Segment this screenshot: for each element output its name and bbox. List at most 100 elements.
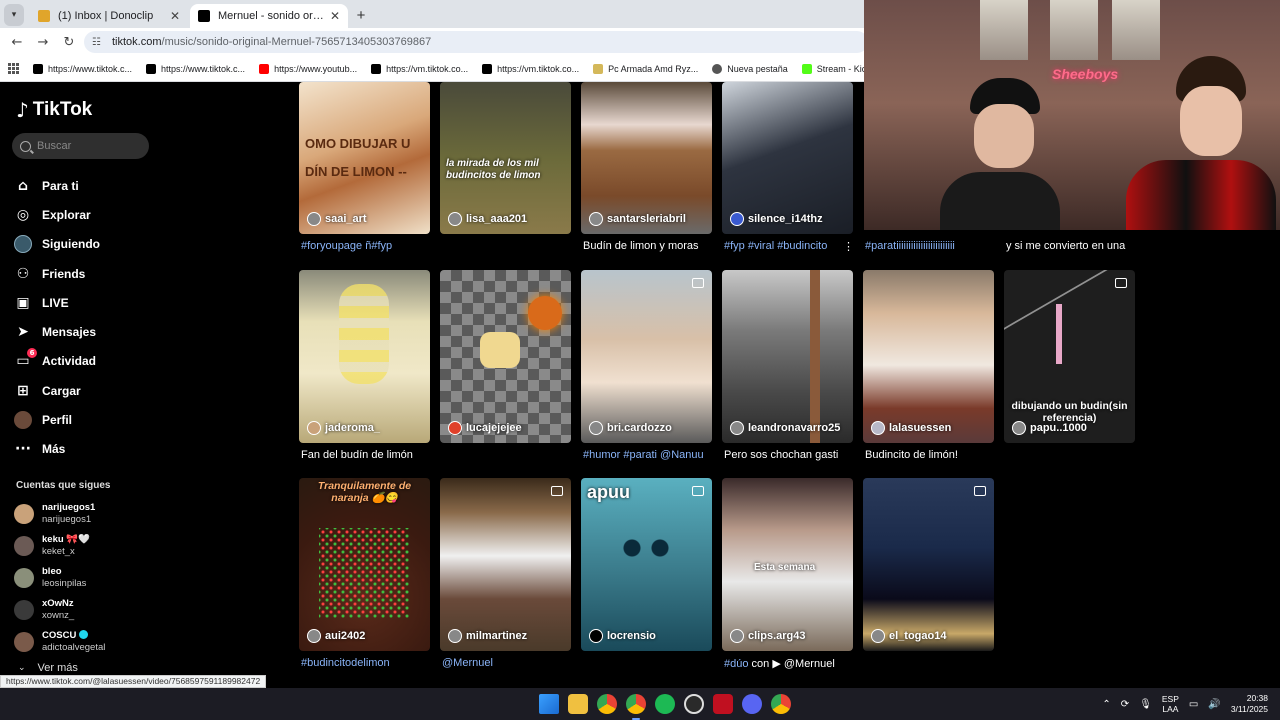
nav-cargar[interactable]: ⊞ Cargar (14, 376, 100, 405)
video-caption[interactable]: y si me convierto en una (1006, 240, 1135, 252)
nav-live[interactable]: ▣ LIVE (14, 288, 100, 317)
video-caption[interactable]: Budincito de limón! (865, 449, 994, 461)
bookmark-item[interactable]: Nueva pestaña (712, 63, 788, 74)
chevron-up-icon[interactable]: ⌃ (1102, 699, 1110, 710)
video-thumbnail[interactable]: bri.cardozzo (581, 270, 712, 443)
site-info-icon[interactable]: ☷ (92, 35, 106, 49)
thumbnail-text: la mirada de los mil budincitos de limon (446, 158, 541, 181)
forward-button[interactable]: → (32, 31, 54, 53)
video-thumbnail[interactable]: el_togao14 (863, 478, 994, 651)
following-account[interactable]: COSCU adictoalvegetal (14, 626, 105, 658)
following-icon (14, 235, 32, 254)
new-tab-button[interactable]: + (350, 4, 372, 26)
video-thumbnail[interactable]: jaderoma_ (299, 270, 430, 443)
volume-icon[interactable]: 🔊 (1208, 699, 1220, 710)
video-thumbnail[interactable]: leandronavarro25 (722, 270, 853, 443)
video-thumbnail[interactable]: Tranquilamente de naranja 🍊😋 aui2402 (299, 478, 430, 651)
video-caption[interactable]: Fan del budín de limón (301, 449, 430, 461)
nav-actividad[interactable]: ▭ 6 Actividad (14, 347, 100, 376)
video-caption[interactable]: #fyp #viral #budincito (724, 240, 844, 252)
app-red-icon[interactable] (713, 694, 733, 714)
video-thumbnail[interactable]: apuu locrensio (581, 478, 712, 651)
file-explorer-icon[interactable] (568, 694, 588, 714)
wall-poster (1112, 0, 1160, 60)
tiktok-logo[interactable]: ♪ TikTok (16, 98, 92, 122)
reload-button[interactable]: ↻ (58, 31, 80, 53)
bookmark-item[interactable]: https://www.youtub... (259, 63, 357, 74)
video-thumbnail[interactable]: santarsleriabril (581, 82, 712, 234)
tab-tiktok[interactable]: Mernuel - sonido original - Mer ✕ (190, 4, 348, 28)
following-list: narijuegos1 narijuegos1 keku 🎀🤍 keket_x bl… (14, 498, 105, 658)
sync-icon[interactable]: ⟳ (1121, 699, 1129, 710)
see-more-link[interactable]: ⌄ Ver más (18, 662, 78, 674)
spotify-icon[interactable] (655, 694, 675, 714)
close-icon[interactable]: ✕ (330, 9, 340, 23)
wall-poster (1050, 0, 1098, 60)
video-thumbnail[interactable]: lalasuessen (863, 270, 994, 443)
video-thumbnail[interactable]: Esta semana clips.arg43 (722, 478, 853, 651)
address-bar[interactable]: ☷ tiktok.com/music/sonido-original-Mernu… (84, 31, 868, 53)
bookmark-item[interactable]: https://vm.tiktok.co... (371, 63, 468, 74)
language-indicator[interactable]: ESP LAA (1162, 694, 1179, 714)
following-account[interactable]: xOwNz xownz_ (14, 594, 105, 626)
following-account[interactable]: bleo leosinpilas (14, 562, 105, 594)
video-thumbnail[interactable]: milmartinez (440, 478, 571, 651)
bookmark-item[interactable]: https://www.tiktok.c... (33, 63, 132, 74)
clock[interactable]: 20:38 3/11/2025 (1231, 693, 1268, 715)
bookmark-item[interactable]: Pc Armada Amd Ryz... (593, 63, 698, 74)
nav-para-ti[interactable]: ⌂ Para ti (14, 171, 100, 200)
tab-search-dropdown[interactable]: ▾ (4, 4, 24, 26)
nav-label: Perfil (42, 413, 73, 428)
video-thumbnail[interactable]: silence_i14thz (722, 82, 853, 234)
nav-siguiendo[interactable]: Siguiendo (14, 230, 100, 259)
video-thumbnail[interactable]: dibujando un budin(sin referencia) papu.… (1004, 270, 1135, 443)
back-button[interactable]: ← (6, 31, 28, 53)
video-caption[interactable]: #foryoupage ñ#fyp (301, 240, 430, 252)
search-input[interactable]: Buscar (12, 133, 149, 159)
chrome-profile-icon[interactable] (626, 694, 646, 720)
video-caption[interactable]: @Mernuel (442, 657, 571, 669)
more-options-icon[interactable]: ⋮ (843, 240, 854, 253)
video-thumbnail[interactable]: OMO DIBUJAR U DÍN DE LIMON -- saai_art (299, 82, 430, 234)
video-caption[interactable]: Pero sos chochan gasti (724, 449, 853, 461)
mention[interactable]: ▶ @Mernuel (772, 658, 834, 670)
nav-mas[interactable]: ··· Más (14, 435, 100, 464)
account-name: xOwNz (42, 598, 74, 609)
video-author: el_togao14 (871, 629, 946, 643)
video-caption[interactable]: #paratiiiiiiiiiiiiiiiiiiiiiiii (865, 240, 994, 252)
nav-friends[interactable]: ⚇ Friends (14, 259, 100, 288)
bookmark-item[interactable]: https://www.tiktok.c... (146, 63, 245, 74)
nav-label: Mensajes (42, 325, 97, 340)
video-caption[interactable]: Budín de limon y moras (583, 240, 712, 252)
close-icon[interactable]: ✕ (170, 9, 180, 23)
browser-toolbar: ← → ↻ ☷ tiktok.com/music/sonido-original… (0, 28, 874, 56)
nav-label: Siguiendo (42, 237, 100, 252)
video-author: bri.cardozzo (589, 421, 672, 435)
nav-mensajes[interactable]: ➤ Mensajes (14, 317, 100, 346)
nav-perfil[interactable]: Perfil (14, 405, 100, 434)
video-caption[interactable]: #dúo con ▶ @Mernuel (724, 657, 853, 670)
chrome-alt-icon[interactable] (771, 694, 791, 714)
nav-label: LIVE (42, 295, 69, 310)
nav-explorar[interactable]: ◎ Explorar (14, 200, 100, 229)
search-placeholder: Buscar (37, 140, 72, 152)
video-caption[interactable]: #humor #parati @Nanuu (583, 449, 712, 461)
windows-icon[interactable] (539, 694, 559, 714)
video-author: lisa_aaa201 (448, 212, 527, 226)
bookmark-item[interactable]: https://vm.tiktok.co... (482, 63, 579, 74)
verified-icon (78, 630, 88, 639)
obs-icon[interactable] (684, 694, 704, 714)
microphone-icon[interactable]: 🎙 (1139, 699, 1152, 710)
apps-icon[interactable] (8, 62, 19, 75)
discord-icon[interactable] (742, 694, 762, 714)
thumbnail-text: Esta semana (754, 562, 816, 573)
hashtag[interactable]: #dúo (724, 658, 748, 670)
video-thumbnail[interactable]: lucajejejee (440, 270, 571, 443)
video-caption[interactable]: #budincitodelimon (301, 657, 430, 669)
tab-inbox[interactable]: (1) Inbox | Donoclip ✕ (30, 4, 188, 28)
following-account[interactable]: keku 🎀🤍 keket_x (14, 530, 105, 562)
video-thumbnail[interactable]: la mirada de los mil budincitos de limon… (440, 82, 571, 234)
following-account[interactable]: narijuegos1 narijuegos1 (14, 498, 105, 530)
display-icon[interactable]: ▭ (1189, 699, 1198, 710)
chrome-icon[interactable] (597, 694, 617, 714)
